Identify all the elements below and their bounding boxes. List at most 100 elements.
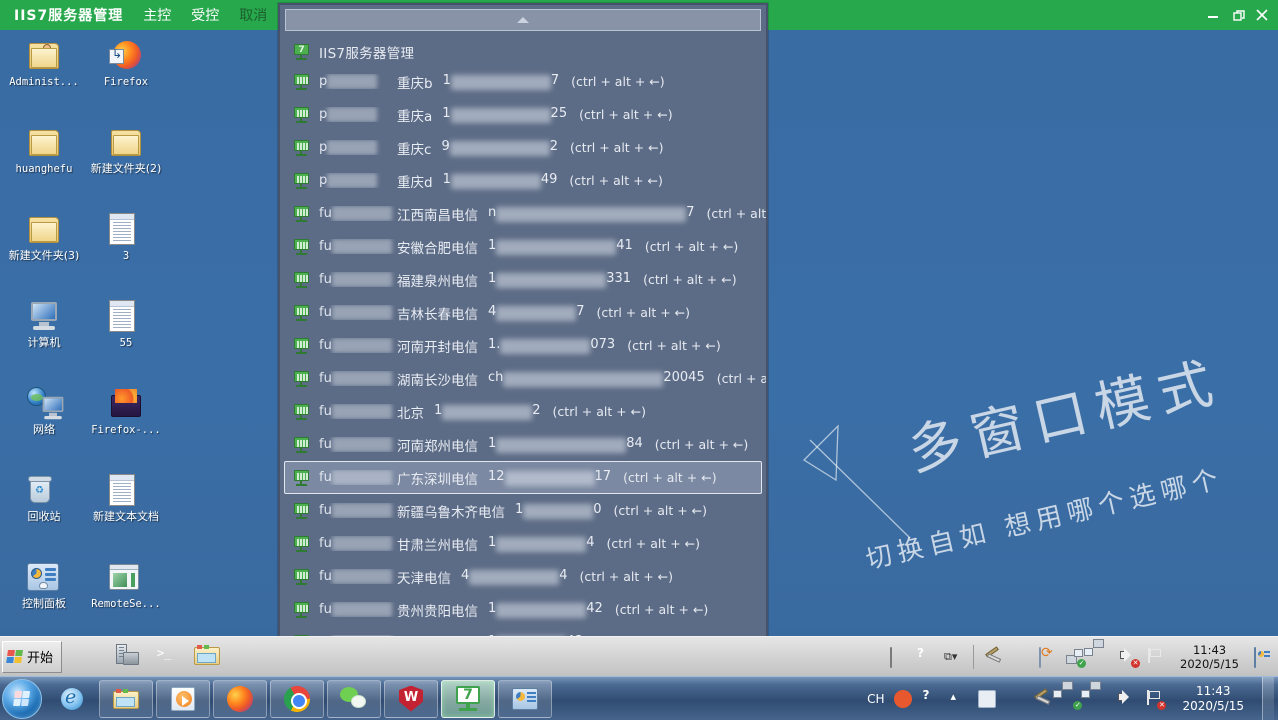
session-address-masked: ███████	[523, 504, 593, 519]
taskbar-button-iis7[interactable]	[441, 680, 495, 718]
session-row[interactable]: fu██████广东深圳电信12█████████17(ctrl + alt +…	[284, 461, 762, 494]
session-row[interactable]: fu██████江西南昌电信n███████████████████7(ctrl…	[284, 197, 762, 230]
flag-icon[interactable]	[1147, 648, 1165, 666]
overflow-icon[interactable]: ⧉▾	[944, 648, 962, 666]
display-icon[interactable]	[1093, 648, 1111, 666]
taskbar-button-explorer[interactable]	[99, 680, 153, 718]
scroll-up-button[interactable]	[285, 9, 761, 31]
taskbar-button-control-panel[interactable]	[498, 680, 552, 718]
session-row[interactable]: fu██████贵州贵阳电信1█████████42(ctrl + alt + …	[284, 593, 762, 626]
overflow-icon[interactable]: ▴	[950, 690, 968, 708]
control-panel-icon	[512, 688, 538, 710]
desktop-icon-network[interactable]: 网络	[6, 382, 82, 469]
calendar-icon[interactable]	[978, 690, 996, 708]
session-address-suffix: 49	[541, 172, 558, 187]
desktop-icon-new-text-document[interactable]: 新建文本文档	[88, 469, 164, 556]
desktop-icon-recycle-bin[interactable]: ♻ 回收站	[6, 469, 82, 556]
session-row[interactable]: fu██████河南郑州电信1█████████████84(ctrl + al…	[284, 428, 762, 461]
firefox-icon[interactable]	[74, 644, 100, 670]
session-list[interactable]: IIS7服务器管理 p█████重庆b1██████████7(ctrl + a…	[280, 35, 766, 643]
start-button-classic[interactable]: 开始	[2, 641, 62, 673]
app-brand-title: IIS7服务器管理	[0, 5, 133, 25]
desktop-icon-control-panel[interactable]: 控制面板	[6, 556, 82, 643]
sync-icon[interactable]	[1039, 648, 1057, 666]
desktop-icon-label: Administ...	[6, 76, 82, 88]
session-list-panel: IIS7服务器管理 p█████重庆b1██████████7(ctrl + a…	[278, 3, 768, 675]
chrome-icon	[284, 686, 310, 712]
help-icon[interactable]	[922, 690, 940, 708]
flag-error-icon[interactable]: ✕	[1146, 690, 1164, 708]
minimize-icon[interactable]	[1200, 0, 1226, 30]
session-row[interactable]: fu██████安徽合肥电信1████████████41(ctrl + alt…	[284, 230, 762, 263]
network-ok-icon[interactable]: ✓	[1066, 648, 1084, 666]
menu-item-cancel[interactable]: 取消	[229, 5, 277, 25]
session-row[interactable]: fu██████甘肃兰州电信1█████████4(ctrl + alt + ←…	[284, 527, 762, 560]
session-row[interactable]: p█████重庆b1██████████7(ctrl + alt + ←)	[284, 65, 762, 98]
sogou-icon[interactable]	[894, 690, 912, 708]
desktop-icon-file-55[interactable]: 55	[88, 295, 164, 382]
restore-icon[interactable]	[1226, 0, 1252, 30]
menu-item-controlled[interactable]: 受控	[181, 5, 229, 25]
taskbar-button-wps[interactable]: W	[384, 680, 438, 718]
desktop-icon-huanghefu[interactable]: huanghefu	[6, 121, 82, 208]
session-monitor-icon	[293, 239, 311, 255]
firefox-shortcut-icon	[109, 38, 143, 72]
explorer-icon[interactable]	[194, 644, 220, 670]
session-row[interactable]: p█████重庆d1█████████49(ctrl + alt + ←)	[284, 164, 762, 197]
help-icon[interactable]	[917, 648, 935, 666]
session-row[interactable]: p█████重庆c9██████████2(ctrl + alt + ←)	[284, 131, 762, 164]
green-grid-icon[interactable]	[1006, 690, 1024, 708]
session-row[interactable]: fu██████河南开封电信1.█████████073(ctrl + alt …	[284, 329, 762, 362]
host-clock[interactable]: 11:43 2020/5/15	[1174, 684, 1252, 714]
close-icon[interactable]	[1252, 0, 1278, 30]
session-row[interactable]: fu██████北京1█████████2(ctrl + alt + ←)	[284, 395, 762, 428]
desktop-icon-computer[interactable]: 计算机	[6, 295, 82, 382]
desktop-icon-new-folder-3[interactable]: 新建文件夹(3)	[6, 208, 82, 295]
desktop-icon-new-folder-2[interactable]: 新建文件夹(2)	[88, 121, 164, 208]
session-row[interactable]: p█████重庆a1██████████25(ctrl + alt + ←)	[284, 98, 762, 131]
session-row[interactable]: fu██████福建泉州电信1███████████331(ctrl + alt…	[284, 263, 762, 296]
taskbar-button-firefox[interactable]	[213, 680, 267, 718]
taskbar-button-chrome[interactable]	[270, 680, 324, 718]
session-monitor-icon	[293, 338, 311, 354]
session-region: 重庆c	[397, 138, 431, 158]
desktop-icon-administrator[interactable]: Administ...	[6, 34, 82, 121]
green-grid-icon[interactable]	[1012, 648, 1030, 666]
display-icon[interactable]	[1090, 690, 1108, 708]
desktop-icon-file-3[interactable]: 3	[88, 208, 164, 295]
session-row[interactable]: fu██████新疆乌鲁木齐电信1███████0(ctrl + alt + ←…	[284, 494, 762, 527]
session-address-masked: █████████████	[496, 438, 626, 453]
powershell-icon[interactable]	[154, 644, 180, 670]
start-orb-button[interactable]	[2, 679, 42, 719]
network-ok-icon[interactable]: ✓	[1062, 690, 1080, 708]
tools-icon[interactable]	[985, 648, 1003, 666]
session-name: fu██████	[319, 305, 397, 320]
classic-clock[interactable]: 11:43 2020/5/15	[1174, 643, 1245, 671]
taskbar-button-ie[interactable]	[48, 680, 96, 718]
session-row[interactable]: fu██████天津电信4█████████4(ctrl + alt + ←)	[284, 560, 762, 593]
menu-item-master[interactable]: 主控	[133, 5, 181, 25]
session-row[interactable]: fu██████湖南长沙电信ch████████████████20045(ct…	[284, 362, 762, 395]
session-hotkey: (ctrl + alt + ←)	[643, 272, 737, 287]
desktop-icon-firefox[interactable]: Firefox	[88, 34, 164, 121]
ime-language-indicator[interactable]: CH	[867, 692, 884, 706]
volume-muted-icon[interactable]: ✕	[1120, 648, 1138, 666]
session-address-suffix: 331	[606, 271, 631, 286]
taskbar-button-media-player[interactable]	[156, 680, 210, 718]
taskbar-button-wechat[interactable]	[327, 680, 381, 718]
show-desktop-button[interactable]	[1262, 677, 1274, 720]
session-region: 湖南长沙电信	[397, 369, 478, 389]
tools-icon[interactable]	[1034, 690, 1052, 708]
server-icon[interactable]	[114, 644, 140, 670]
desktop-icon-remote-settings[interactable]: RemoteSe...	[88, 556, 164, 643]
desktop-icon-firefox-archive[interactable]: Firefox-...	[88, 382, 164, 469]
session-name: p█████	[319, 173, 397, 188]
volume-icon[interactable]	[1118, 690, 1136, 708]
show-desktop-icon[interactable]	[1254, 648, 1272, 666]
keyboard-icon[interactable]	[890, 648, 908, 666]
session-row[interactable]: fu██████吉林长春电信4████████7(ctrl + alt + ←)	[284, 296, 762, 329]
screen-root: Administ... Firefox huanghefu 新建文件夹(2)	[0, 0, 1278, 720]
session-name-masked: ██████	[332, 470, 392, 485]
desktop-icon-grid: Administ... Firefox huanghefu 新建文件夹(2)	[6, 34, 166, 643]
session-address-suffix: 42	[586, 601, 603, 616]
